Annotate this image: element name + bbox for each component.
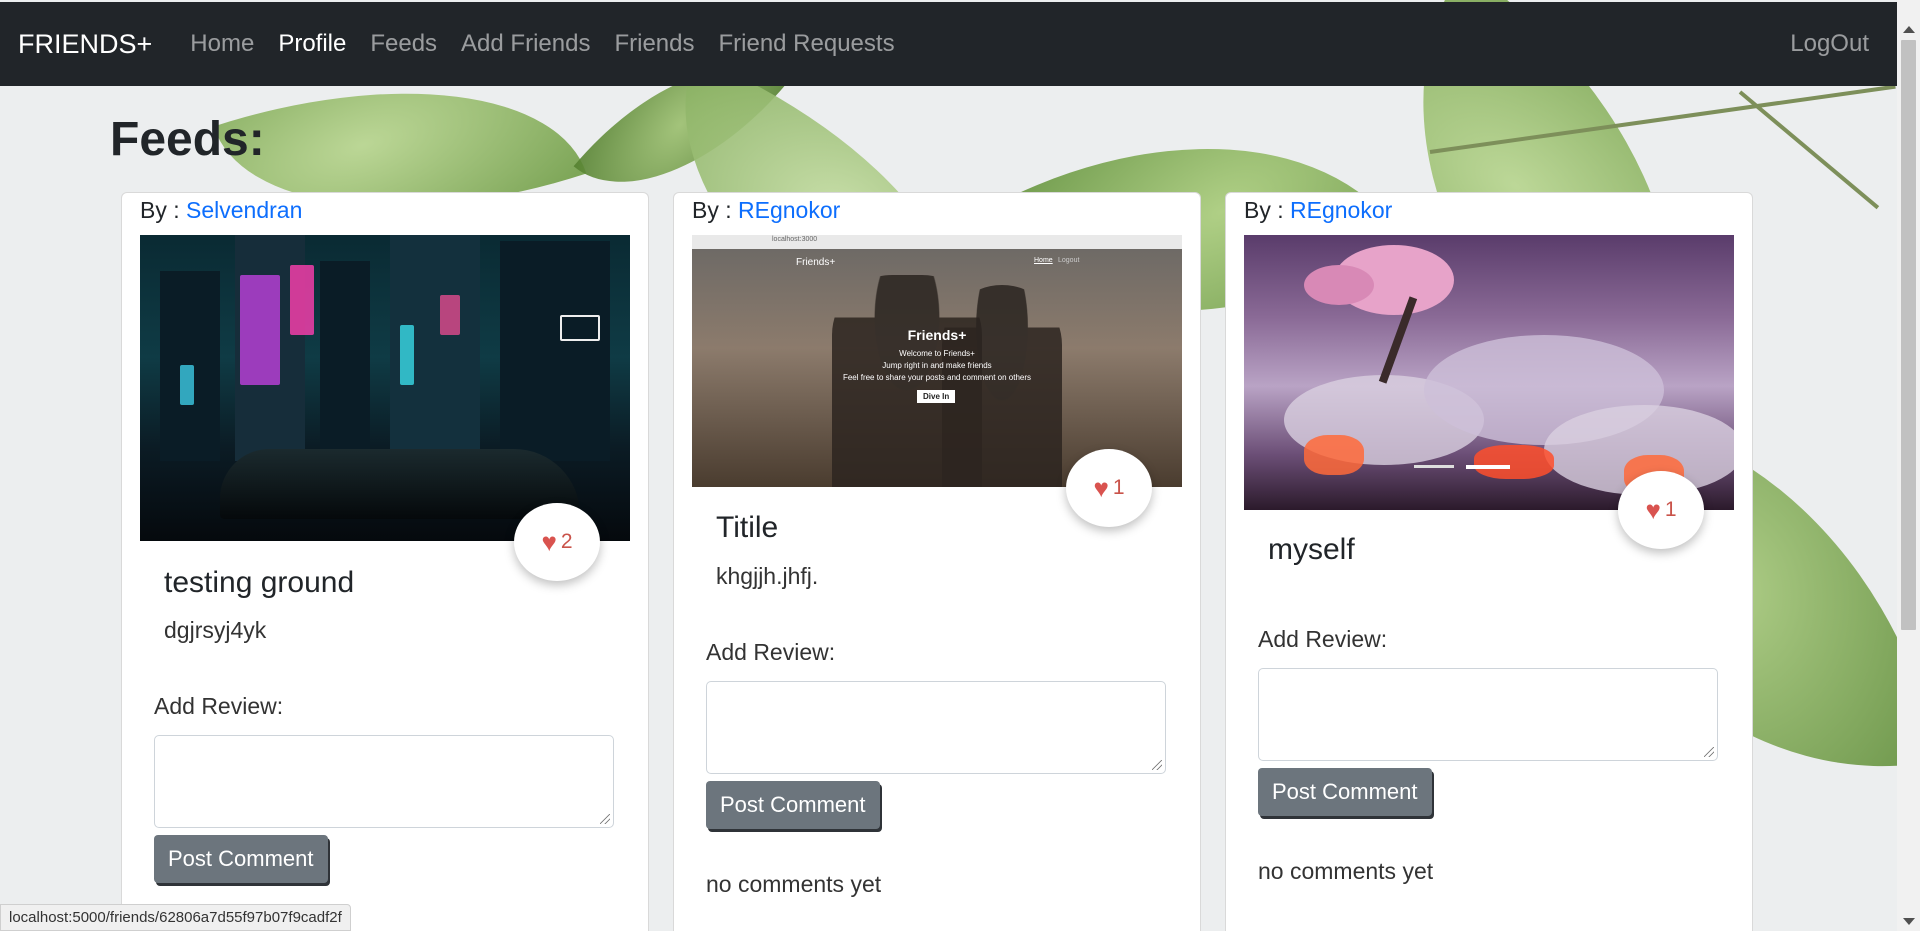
post-author-line: By : Selvendran bbox=[140, 197, 302, 224]
logout-link[interactable]: LogOut bbox=[1790, 30, 1869, 58]
navbar: FRIENDS+ Home Profile Feeds Add Friends … bbox=[0, 2, 1897, 86]
by-label: By : bbox=[1244, 197, 1284, 223]
image-url-text: localhost:3000 bbox=[772, 236, 818, 243]
resize-grip-icon[interactable] bbox=[1704, 747, 1714, 757]
resize-grip-icon[interactable] bbox=[1152, 760, 1162, 770]
add-review-label: Add Review: bbox=[1258, 626, 1388, 652]
post-card: By : REgnokor ♥ 1 myself Add Review: Pos… bbox=[1225, 192, 1753, 931]
image-line1-text: Welcome to Friends+ bbox=[899, 349, 975, 358]
post-comment-button[interactable]: Post Comment bbox=[706, 781, 880, 829]
browser-status-bar: localhost:5000/friends/62806a7d55f97b07f… bbox=[0, 904, 351, 931]
by-label: By : bbox=[692, 197, 732, 223]
add-review-label: Add Review: bbox=[706, 639, 836, 665]
review-textarea[interactable] bbox=[706, 681, 1166, 774]
like-count: 1 bbox=[1112, 476, 1125, 499]
post-author-line: By : REgnokor bbox=[692, 197, 840, 224]
post-card: By : REgnokor localhost:3000 Friends+ Ho… bbox=[673, 192, 1201, 931]
author-link[interactable]: REgnokor bbox=[738, 197, 840, 223]
heart-icon: ♥ bbox=[541, 526, 557, 557]
nav-add-friends[interactable]: Add Friends bbox=[461, 30, 590, 58]
post-image bbox=[140, 235, 630, 541]
image-dive-in-button: Dive In bbox=[917, 390, 956, 403]
image-line2-text: Jump right in and make friends bbox=[882, 361, 992, 370]
post-title: testing ground bbox=[164, 566, 355, 599]
add-review-label: Add Review: bbox=[154, 693, 284, 719]
review-textarea[interactable] bbox=[1258, 668, 1718, 761]
post-comment-button[interactable]: Post Comment bbox=[1258, 768, 1432, 816]
no-comments-text: no comments yet bbox=[706, 871, 882, 897]
post-author-line: By : REgnokor bbox=[1244, 197, 1392, 224]
scroll-up-icon[interactable] bbox=[1903, 26, 1915, 33]
post-text: dgjrsyj4yk bbox=[164, 617, 267, 643]
brand-logo[interactable]: FRIENDS+ bbox=[18, 29, 152, 60]
nav-friend-requests[interactable]: Friend Requests bbox=[718, 30, 894, 58]
nav-feeds[interactable]: Feeds bbox=[370, 30, 437, 58]
image-line3-text: Feel free to share your posts and commen… bbox=[842, 373, 1032, 382]
resize-grip-icon[interactable] bbox=[600, 814, 610, 824]
post-card: By : Selvendran ♥ 2 testing ground dgjrs… bbox=[121, 192, 649, 931]
post-title: Titile bbox=[716, 511, 779, 544]
scroll-thumb[interactable] bbox=[1901, 40, 1916, 630]
image-brand-text: Friends+ bbox=[796, 257, 836, 268]
like-button[interactable]: ♥ 1 bbox=[1618, 471, 1704, 549]
nav-friends[interactable]: Friends bbox=[614, 30, 694, 58]
no-comments-text: no comments yet bbox=[1258, 858, 1434, 884]
like-count: 1 bbox=[1664, 498, 1677, 521]
nav-home[interactable]: Home bbox=[190, 30, 254, 58]
heart-icon: ♥ bbox=[1645, 494, 1661, 525]
post-comment-button[interactable]: Post Comment bbox=[154, 835, 328, 883]
image-headline-text: Friends+ bbox=[907, 327, 967, 343]
post-image bbox=[1244, 235, 1734, 510]
post-text: khgjjh.jhfj. bbox=[716, 563, 819, 589]
review-textarea[interactable] bbox=[154, 735, 614, 828]
author-link[interactable]: Selvendran bbox=[186, 197, 302, 223]
post-title: myself bbox=[1268, 533, 1355, 566]
by-label: By : bbox=[140, 197, 180, 223]
scroll-down-icon[interactable] bbox=[1903, 918, 1915, 925]
page-title: Feeds: bbox=[110, 113, 265, 166]
heart-icon: ♥ bbox=[1093, 472, 1109, 503]
page-scrollbar[interactable] bbox=[1897, 0, 1920, 931]
like-count: 2 bbox=[560, 530, 573, 553]
like-button[interactable]: ♥ 2 bbox=[514, 503, 600, 581]
image-nav-logout-text: Logout bbox=[1058, 257, 1080, 264]
like-button[interactable]: ♥ 1 bbox=[1066, 449, 1152, 527]
author-link[interactable]: REgnokor bbox=[1290, 197, 1392, 223]
nav-profile[interactable]: Profile bbox=[278, 30, 346, 58]
image-nav-home-text: Home bbox=[1034, 257, 1053, 264]
